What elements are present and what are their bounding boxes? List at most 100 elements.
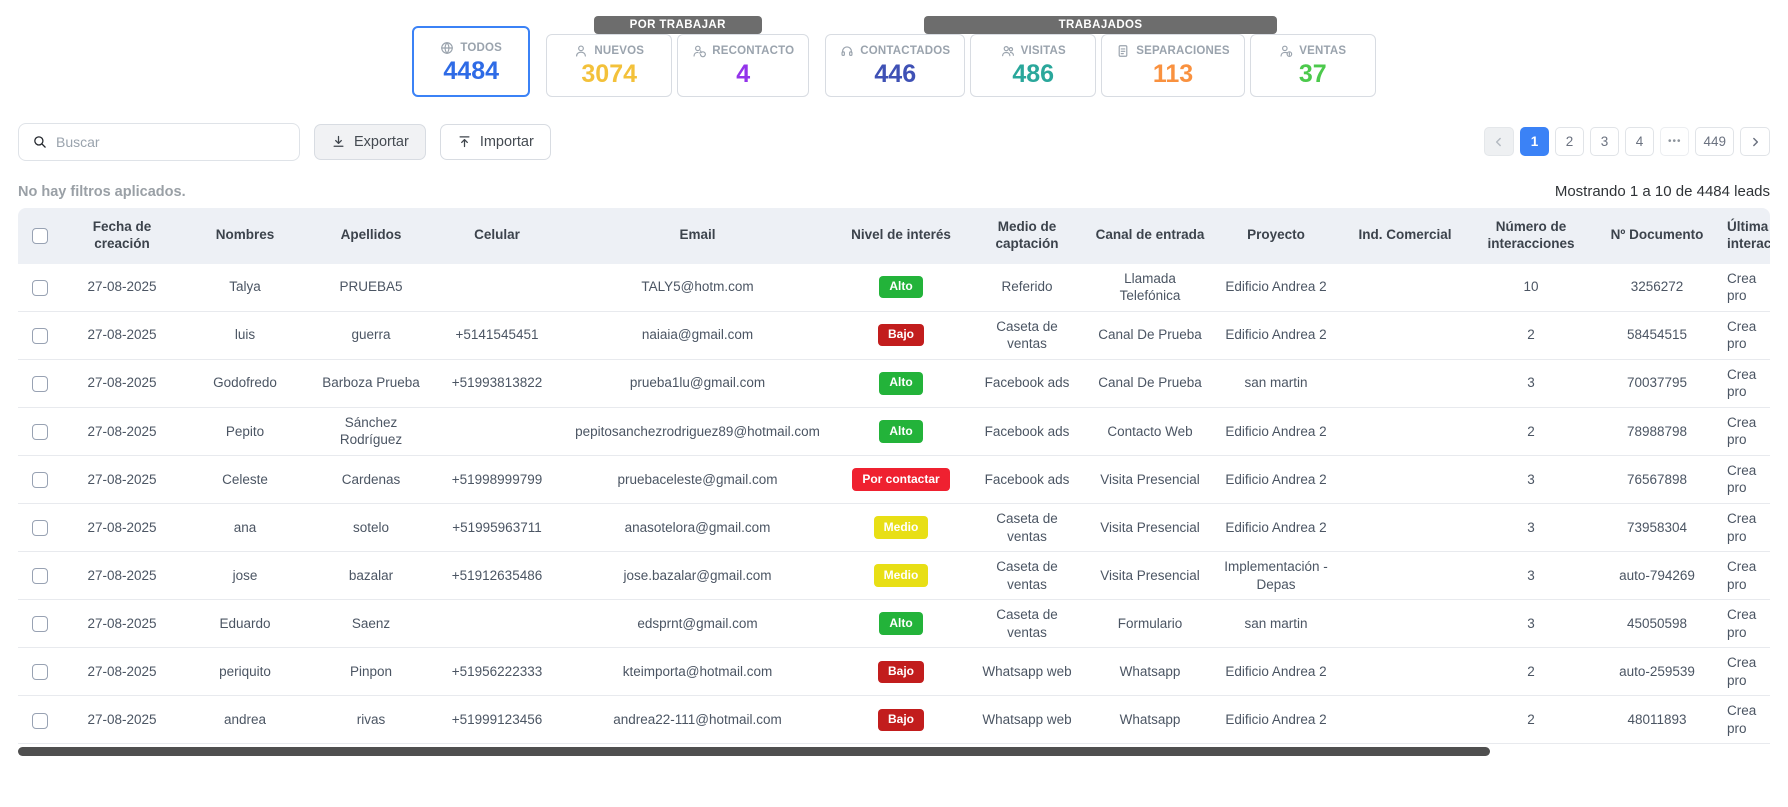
cell-fecha: 27-08-2025	[62, 647, 182, 697]
results-summary: Mostrando 1 a 10 de 4484 leads	[1554, 182, 1770, 200]
cell-canal: Whatsapp	[1087, 647, 1213, 697]
column-header-ultima: Última interacción	[1723, 207, 1770, 264]
row-checkbox[interactable]	[32, 375, 48, 392]
stat-card-groups: POR TRABAJAR NUEVOS 3074 RECONTACTO 4 TRABAJA…	[546, 16, 1376, 97]
cell-email: TALY5@hotm.com	[560, 263, 835, 312]
cell-apellidos: Pinpon	[308, 647, 434, 697]
pagination-page-4[interactable]: 4	[1624, 127, 1654, 156]
pagination-page-449[interactable]: 449	[1695, 127, 1734, 156]
cell-fecha: 27-08-2025	[62, 311, 182, 360]
select-all-header-cell	[18, 207, 62, 264]
cell-celular: +51995963711	[434, 503, 560, 553]
cell-doc: 78988798	[1591, 407, 1723, 456]
table-row[interactable]: 27-08-2025 jose bazalar +51912635486 jose.ba…	[18, 551, 1770, 601]
row-checkbox-cell	[18, 599, 62, 649]
stat-card-todos[interactable]: TODOS 4484	[412, 26, 531, 97]
cell-medio: Whatsapp web	[967, 647, 1087, 697]
table-row[interactable]: 27-08-2025 Pepito Sánchez Rodríguez pepitos…	[18, 407, 1770, 456]
row-checkbox[interactable]	[32, 712, 48, 729]
import-button-label: Importar	[479, 133, 534, 150]
table-row[interactable]: 27-08-2025 periquito Pinpon +51956222333 kte…	[18, 647, 1770, 697]
row-checkbox-cell	[18, 503, 62, 553]
cell-fecha: 27-08-2025	[62, 455, 182, 504]
row-checkbox-cell	[18, 359, 62, 408]
cell-nombres: Celeste	[182, 455, 308, 504]
cell-fecha: 27-08-2025	[62, 359, 182, 408]
cell-doc: auto-794269	[1591, 551, 1723, 601]
pagination-prev-button[interactable]	[1483, 127, 1514, 156]
cell-num: 3	[1471, 551, 1591, 601]
cell-apellidos: rivas	[308, 695, 434, 745]
cell-email: andrea22-111@hotmail.com	[560, 695, 835, 745]
stat-card-contactados[interactable]: CONTACTADOS 446	[825, 34, 966, 97]
stat-card-value: 37	[1298, 60, 1327, 88]
table-row[interactable]: 27-08-2025 luis guerra +5141545451 naiaia@gm…	[18, 311, 1770, 360]
pagination: 1 2 3 4 ••• 449	[1483, 127, 1770, 156]
row-checkbox[interactable]	[32, 423, 48, 440]
stat-card-recontacto[interactable]: RECONTACTO 4	[677, 34, 810, 97]
row-checkbox[interactable]	[32, 279, 48, 296]
cell-interes: Bajo	[835, 695, 967, 745]
stat-card-ventas[interactable]: VENTAS 37	[1249, 34, 1376, 97]
cell-fecha: 27-08-2025	[62, 503, 182, 553]
row-checkbox[interactable]	[32, 616, 48, 633]
pagination-ellipsis[interactable]: •••	[1659, 127, 1690, 156]
export-button[interactable]: Exportar	[314, 123, 426, 160]
stat-card-value: 4484	[443, 57, 500, 85]
row-checkbox[interactable]	[32, 664, 48, 681]
cell-proyecto: Edificio Andrea 2	[1213, 647, 1339, 697]
cell-doc: 45050598	[1591, 599, 1723, 649]
row-checkbox[interactable]	[32, 568, 48, 585]
cell-ultima: Crea pro	[1723, 647, 1770, 697]
cell-medio: Caseta de ventas	[967, 311, 1087, 360]
headset-icon	[840, 44, 854, 58]
stat-card-header: VENTAS	[1265, 44, 1361, 58]
scrollbar-thumb[interactable]	[18, 747, 1490, 757]
table-row[interactable]: 27-08-2025 Talya PRUEBA5 TALY5@hotm.com Alto…	[18, 263, 1770, 312]
table-row[interactable]: 27-08-2025 Eduardo Saenz edsprnt@gmail.com A…	[18, 599, 1770, 649]
column-header-email: Email	[560, 207, 835, 264]
cell-proyecto: Edificio Andrea 2	[1213, 263, 1339, 312]
stat-card-group-trabajados: TRABAJADOS CONTACTADOS 446 VISITAS 486 SEPARA…	[825, 16, 1376, 97]
cell-ultima: Crea pro	[1723, 503, 1770, 553]
row-checkbox-cell	[18, 407, 62, 456]
cell-ultima: Crea pro	[1723, 263, 1770, 312]
pagination-page-1[interactable]: 1	[1519, 127, 1549, 156]
cell-doc: auto-259539	[1591, 647, 1723, 697]
search-box[interactable]	[18, 122, 300, 161]
cell-proyecto: Edificio Andrea 2	[1213, 311, 1339, 360]
table-row[interactable]: 27-08-2025 andrea rivas +51999123456 andrea2…	[18, 695, 1770, 745]
cell-doc: 48011893	[1591, 695, 1723, 745]
pagination-page-2[interactable]: 2	[1554, 127, 1584, 156]
cell-celular: +5141545451	[434, 311, 560, 360]
select-all-checkbox[interactable]	[32, 227, 48, 244]
pagination-next-button[interactable]	[1740, 127, 1770, 156]
stat-card-separaciones[interactable]: SEPARACIONES 113	[1101, 34, 1245, 97]
table-row[interactable]: 27-08-2025 Celeste Cardenas +51998999799 pru…	[18, 455, 1770, 504]
download-icon	[331, 134, 346, 149]
horizontal-scrollbar[interactable]	[18, 747, 1770, 757]
cell-email: prueba1lu@gmail.com	[560, 359, 835, 408]
row-checkbox[interactable]	[32, 327, 48, 344]
import-button[interactable]: Importar	[439, 123, 551, 160]
stat-card-visitas[interactable]: VISITAS 486	[970, 34, 1097, 97]
cell-apellidos: Sánchez Rodríguez	[308, 407, 434, 456]
cell-num: 3	[1471, 455, 1591, 504]
cell-medio: Caseta de ventas	[967, 551, 1087, 601]
stat-card-label: TODOS	[460, 42, 503, 54]
stat-card-nuevos[interactable]: NUEVOS 3074	[546, 34, 673, 97]
row-checkbox[interactable]	[32, 520, 48, 537]
pagination-page-3[interactable]: 3	[1589, 127, 1619, 156]
column-header-doc: Nº Documento	[1591, 207, 1723, 264]
status-row: No hay filtros aplicados. Mostrando 1 a …	[0, 183, 1788, 200]
cell-celular: +51993813822	[434, 359, 560, 408]
table-row[interactable]: 27-08-2025 ana sotelo +51995963711 anasotelo…	[18, 503, 1770, 553]
cell-celular	[434, 263, 560, 312]
recontact-icon	[692, 44, 707, 58]
interest-badge: Alto	[879, 371, 923, 395]
table-row[interactable]: 27-08-2025 Godofredo Barboza Prueba +519938…	[18, 359, 1770, 408]
cell-ind	[1339, 551, 1471, 601]
cell-nombres: Pepito	[182, 407, 308, 456]
row-checkbox[interactable]	[32, 472, 48, 489]
search-input[interactable]	[56, 133, 286, 150]
